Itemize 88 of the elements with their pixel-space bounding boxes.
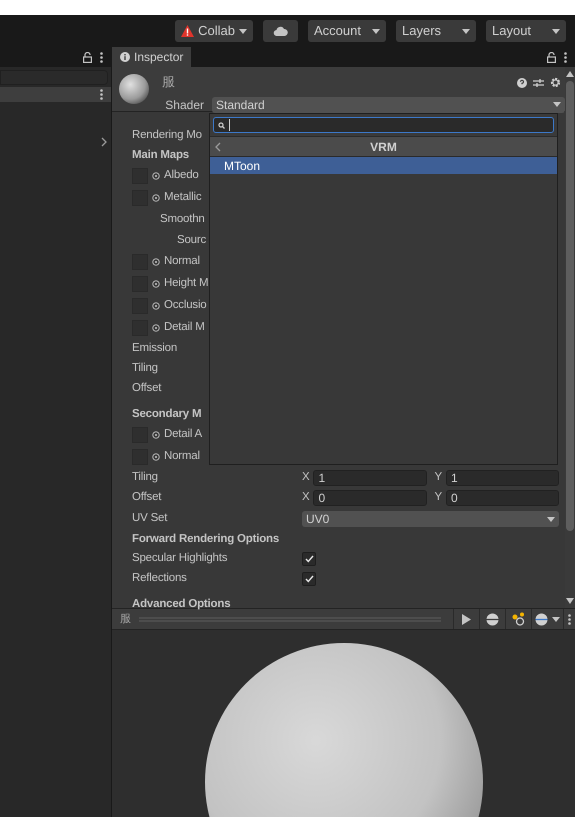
warning-icon: [181, 25, 194, 37]
number-field[interactable]: 0: [446, 490, 559, 506]
help-icon[interactable]: [517, 78, 527, 88]
property-label: Tiling: [132, 470, 159, 486]
dropdown-button[interactable]: Layers: [396, 20, 476, 42]
uv-set-dropdown[interactable]: UV0: [302, 511, 559, 527]
caret-icon: [239, 28, 247, 34]
property-label: Height M: [164, 276, 208, 292]
caret-icon: [552, 616, 560, 622]
object-picker-icon[interactable]: [152, 324, 160, 332]
section-header: Forward Rendering Options: [132, 532, 280, 547]
checkmark-icon: [304, 575, 314, 583]
object-picker-icon[interactable]: [152, 194, 160, 202]
menu-icon[interactable]: [100, 89, 103, 100]
dropdown-button[interactable]: Layout: [486, 20, 566, 42]
cloud-icon: [273, 26, 288, 36]
slider-track-drawing[interactable]: [139, 616, 441, 622]
caret-icon: [552, 28, 560, 34]
collab-button[interactable]: Collab: [175, 20, 253, 42]
property-label: Offset: [132, 381, 162, 396]
property-label: Detail M: [164, 320, 205, 336]
checkmark-icon: [304, 555, 314, 563]
category-title: VRM: [369, 138, 398, 156]
preview-title: 服: [119, 610, 132, 627]
sphere-icon: [486, 612, 499, 626]
shader-label: Shader: [164, 96, 204, 114]
sliders-icon[interactable]: [533, 78, 544, 88]
back-chevron-icon[interactable]: [215, 142, 221, 152]
lights-icon: [512, 612, 526, 626]
chevron-right-icon[interactable]: [101, 137, 107, 147]
property-label: Detail A: [164, 427, 202, 442]
search-icon: [218, 122, 225, 128]
dropdown-button[interactable]: Account: [308, 20, 386, 42]
property-label: Emission: [132, 341, 178, 356]
property-label: UV Set: [132, 511, 168, 526]
property-label: Tiling: [132, 361, 158, 376]
menu-icon[interactable]: [568, 614, 571, 624]
play-icon: [462, 614, 471, 624]
property-label: Normal: [164, 449, 200, 464]
scroll-up-icon[interactable]: [566, 71, 574, 77]
number-field[interactable]: 1: [313, 470, 426, 486]
text-cursor: [229, 119, 230, 131]
section-header: Secondary M: [132, 406, 202, 422]
number-field[interactable]: 1: [446, 470, 559, 486]
lock-icon[interactable]: [83, 52, 92, 62]
object-picker-icon[interactable]: [152, 453, 160, 461]
object-picker-icon[interactable]: [152, 431, 160, 439]
caret-icon: [547, 516, 555, 522]
shader-dropdown[interactable]: Standard: [212, 96, 565, 112]
property-label: Specular Highlights: [132, 551, 228, 566]
property-label: Occlusio: [164, 298, 206, 314]
axis-label: Y: [434, 490, 442, 506]
axis-label: X: [302, 470, 310, 486]
number-field[interactable]: 0: [313, 490, 426, 506]
caret-icon: [553, 102, 561, 107]
menu-icon[interactable]: [100, 52, 103, 62]
property-label: Normal: [164, 254, 200, 270]
search-field[interactable]: [213, 117, 554, 133]
object-picker-icon[interactable]: [152, 302, 160, 310]
checkbox[interactable]: [302, 552, 316, 566]
property-label: Smoothn: [160, 212, 205, 227]
axis-label: X: [302, 490, 310, 506]
object-picker-icon[interactable]: [152, 280, 160, 288]
shader-option[interactable]: MToon: [210, 157, 557, 174]
menu-icon[interactable]: [564, 52, 567, 62]
inspector-tab[interactable]: Inspector: [112, 47, 192, 67]
caret-icon: [462, 28, 470, 34]
section-header: Advanced Options: [132, 596, 230, 612]
property-label: Offset: [132, 490, 162, 506]
axis-label: Y: [434, 470, 442, 486]
material-name: 服: [161, 74, 175, 92]
lock-icon[interactable]: [547, 52, 556, 62]
checkbox[interactable]: [302, 572, 316, 586]
property-label: Albedo: [164, 168, 199, 184]
property-label: Reflections: [132, 571, 188, 586]
scroll-down-icon[interactable]: [566, 598, 574, 604]
material-sphere-icon: [118, 73, 150, 105]
sphere-icon: [535, 612, 548, 626]
caret-icon: [372, 28, 380, 34]
section-header: Main Maps: [132, 148, 189, 163]
object-picker-icon[interactable]: [152, 258, 160, 266]
property-label: Metallic: [164, 190, 202, 206]
settings-icon[interactable]: [550, 77, 561, 88]
info-icon: [120, 52, 130, 62]
cloud-button[interactable]: [263, 20, 298, 42]
object-picker-icon[interactable]: [152, 172, 160, 180]
property-label: Sourc: [177, 232, 206, 248]
property-label: Rendering Mo: [132, 128, 202, 144]
